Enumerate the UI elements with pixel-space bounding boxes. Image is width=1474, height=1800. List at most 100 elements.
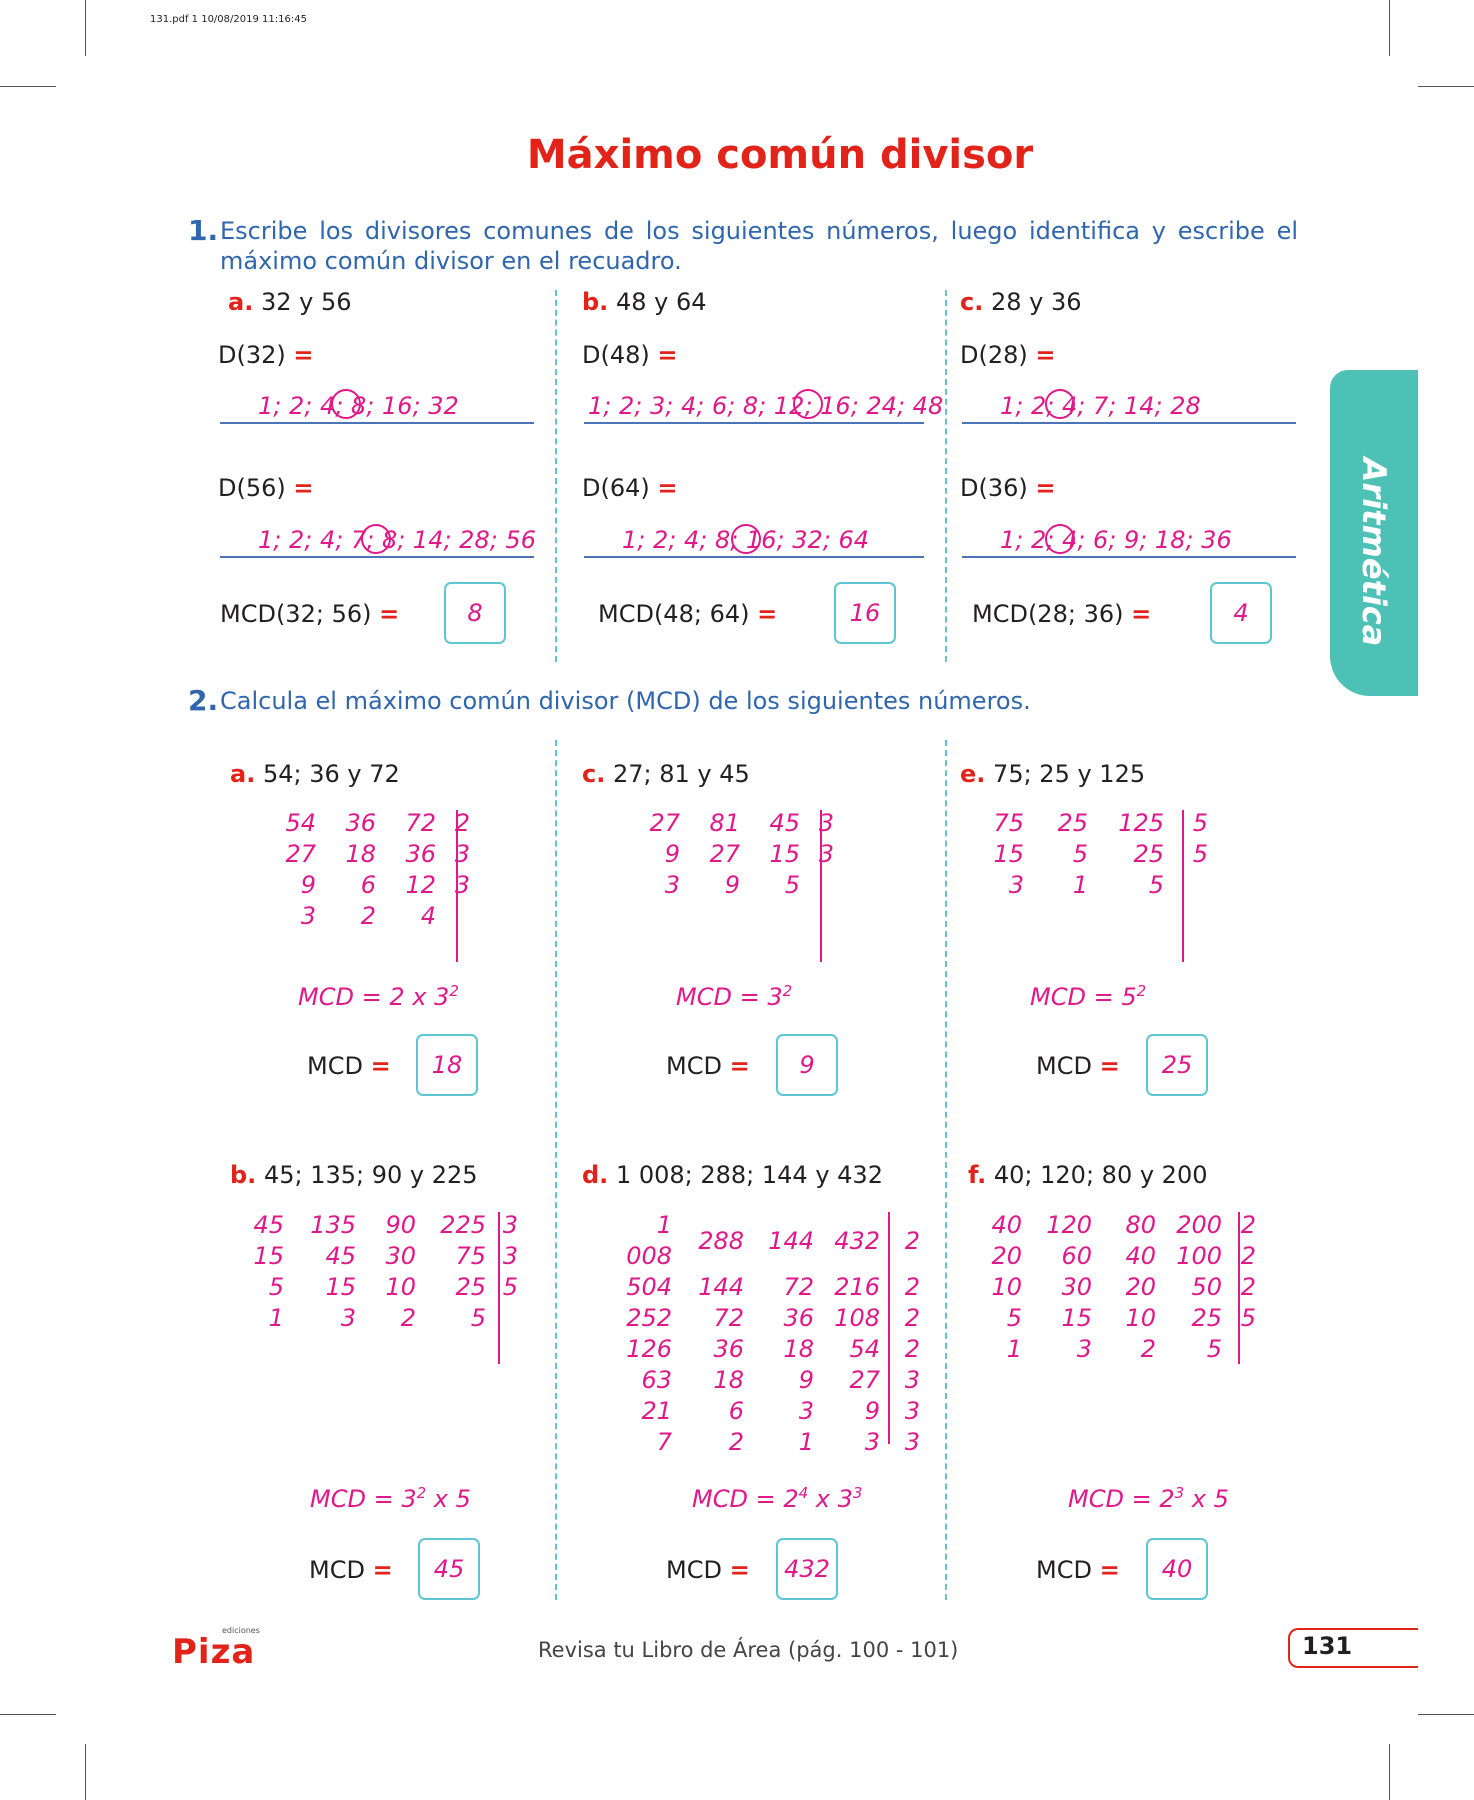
mcd-answer-2e[interactable]: 25	[1146, 1034, 1208, 1096]
d56-label: D(56) =	[218, 474, 314, 502]
mcd-answer-2c[interactable]: 9	[776, 1034, 838, 1096]
table-row: 5 15 10 25 5	[268, 1273, 518, 1301]
mcd-32-56-answer[interactable]: 8	[444, 582, 506, 644]
division-table-2c: 27 81 45 3 9 27 15 3 395	[634, 808, 834, 901]
mcd-48-64-label: MCD(48; 64) =	[598, 600, 778, 628]
d28-answer: 1; 2; 4; 7; 14; 28	[1000, 392, 1201, 420]
table-row: 9 27 15 3	[664, 840, 834, 868]
division-table-2d: 1 008 288 144 432 2 504 144 72 216 2 252 72 36 108 2…	[606, 1210, 920, 1458]
d28-label: D(28) =	[960, 341, 1056, 369]
table-row: 21 6 3 9 3	[641, 1397, 920, 1425]
division-bar	[1238, 1212, 1240, 1364]
table-row: 5 15 10 25 5	[1006, 1304, 1256, 1332]
table-row: 324	[300, 902, 436, 930]
item-2e-label: e. 75; 25 y 125	[960, 760, 1146, 788]
file-meta: 131.pdf 1 10/08/2019 11:16:45	[150, 14, 307, 25]
item-2d-label: d. 1 008; 288; 144 y 432	[582, 1161, 883, 1189]
mcd-48-64-answer[interactable]: 16	[834, 582, 896, 644]
answer-line	[962, 556, 1296, 558]
crop-mark	[85, 0, 86, 56]
section-tab-label: Aritmética	[1355, 457, 1393, 647]
table-row: 45 135 90 225 3	[253, 1211, 518, 1239]
crop-mark	[1389, 0, 1390, 56]
mcd-answer-2d[interactable]: 432	[776, 1538, 838, 1600]
division-table-2f: 40 120 80 200 2 20 60 40 100 2 10 30 20 50 2 5 15 10 25…	[978, 1210, 1256, 1365]
page-number: 131	[1302, 1632, 1353, 1660]
d48-label: D(48) =	[582, 341, 678, 369]
mcd-32-56-label: MCD(32; 56) =	[220, 600, 400, 628]
table-row: 1 008 288 144 432 2	[626, 1211, 920, 1270]
answer-line	[220, 556, 534, 558]
table-row: 27 18 36 3	[285, 840, 470, 868]
table-row: 54 36 72 2	[285, 809, 470, 837]
circle-mark	[361, 524, 391, 554]
exercise-1-number: 1.	[188, 214, 219, 247]
crop-mark	[1418, 86, 1474, 87]
item-2c-label: c. 27; 81 y 45	[582, 760, 750, 788]
table-row: 15 45 30 75 3	[253, 1242, 518, 1270]
division-table-2a: 54 36 72 2 27 18 36 3 9 6 12 3 324	[270, 808, 470, 932]
table-row: 40 120 80 200 2	[991, 1211, 1256, 1239]
mcd-label-2f: MCD =	[1036, 1556, 1120, 1584]
formula-2f: MCD = 23 x 5	[1068, 1484, 1229, 1513]
table-row: 9 6 12 3	[300, 871, 470, 899]
division-bar	[820, 810, 822, 962]
exercise-1-instruction: Escribe los divisores comunes de los sig…	[220, 217, 1298, 275]
mcd-label-2e: MCD =	[1036, 1052, 1120, 1080]
answer-line	[962, 422, 1296, 424]
circle-mark	[731, 524, 761, 554]
d64-label: D(64) =	[582, 474, 678, 502]
d36-label: D(36) =	[960, 474, 1056, 502]
logo-text: Piza	[172, 1632, 256, 1672]
crop-mark	[0, 1714, 56, 1715]
mcd-answer-2f[interactable]: 40	[1146, 1538, 1208, 1600]
d36-answer: 1; 2; 4; 6; 9; 18; 36	[1000, 526, 1232, 554]
division-bar	[456, 810, 458, 962]
item-2f-label: f. 40; 120; 80 y 200	[968, 1161, 1208, 1189]
table-row: 72133	[656, 1428, 920, 1456]
division-table-2b: 45 135 90 225 3 15 45 30 75 3 5 15 10 25 5 1325	[238, 1210, 518, 1334]
table-row: 15 5 25 5	[993, 840, 1208, 868]
exercise-2-instruction: Calcula el máximo común divisor (MCD) de…	[220, 687, 1031, 715]
column-separator	[555, 290, 557, 662]
table-row: 10 30 20 50 2	[991, 1273, 1256, 1301]
d56-answer: 1; 2; 4; 7; 8; 14; 28; 56	[258, 526, 536, 554]
table-row: 75 25 125 5	[993, 809, 1208, 837]
mcd-28-36-label: MCD(28; 36) =	[972, 600, 1152, 628]
answer-line	[220, 422, 534, 424]
division-bar	[1182, 810, 1184, 962]
table-row: 1325	[268, 1304, 486, 1332]
answer-line	[584, 556, 924, 558]
formula-2d: MCD = 24 x 33	[692, 1484, 863, 1513]
circle-mark	[793, 389, 823, 419]
table-row: 27 81 45 3	[649, 809, 834, 837]
mcd-answer-2a[interactable]: 18	[416, 1034, 478, 1096]
table-row: 20 60 40 100 2	[991, 1242, 1256, 1270]
table-row: 63 18 9 27 3	[641, 1366, 920, 1394]
formula-2a: MCD = 2 x 32	[298, 982, 459, 1011]
table-row: 504 144 72 216 2	[626, 1273, 920, 1301]
mcd-answer-2b[interactable]: 45	[418, 1538, 480, 1600]
division-bar	[498, 1212, 500, 1364]
d32-label: D(32) =	[218, 341, 314, 369]
footer-reference: Revisa tu Libro de Área (pág. 100 - 101)	[538, 1638, 959, 1662]
formula-2b: MCD = 32 x 5	[310, 1484, 471, 1513]
table-row: 395	[664, 871, 800, 899]
mcd-28-36-answer[interactable]: 4	[1210, 582, 1272, 644]
circle-mark	[1045, 524, 1075, 554]
item-1b-label: b. 48 y 64	[582, 288, 707, 316]
circle-mark	[1045, 389, 1075, 419]
mcd-label-2c: MCD =	[666, 1052, 750, 1080]
exercise-2-number: 2.	[188, 684, 219, 717]
item-2b-label: b. 45; 135; 90 y 225	[230, 1161, 478, 1189]
d48-answer: 1; 2; 3; 4; 6; 8; 12; 16; 24; 48	[588, 392, 944, 420]
item-2a-label: a. 54; 36 y 72	[230, 760, 400, 788]
publisher-logo: ediciones Piza	[172, 1626, 272, 1672]
division-table-2e: 75 25 125 5 15 5 25 5 315	[978, 808, 1208, 901]
table-row: 315	[1008, 871, 1164, 899]
division-bar	[888, 1212, 890, 1444]
page-title: Máximo común divisor	[526, 132, 1034, 178]
crop-mark	[0, 86, 56, 87]
answer-line	[584, 422, 924, 424]
column-separator	[945, 290, 947, 662]
